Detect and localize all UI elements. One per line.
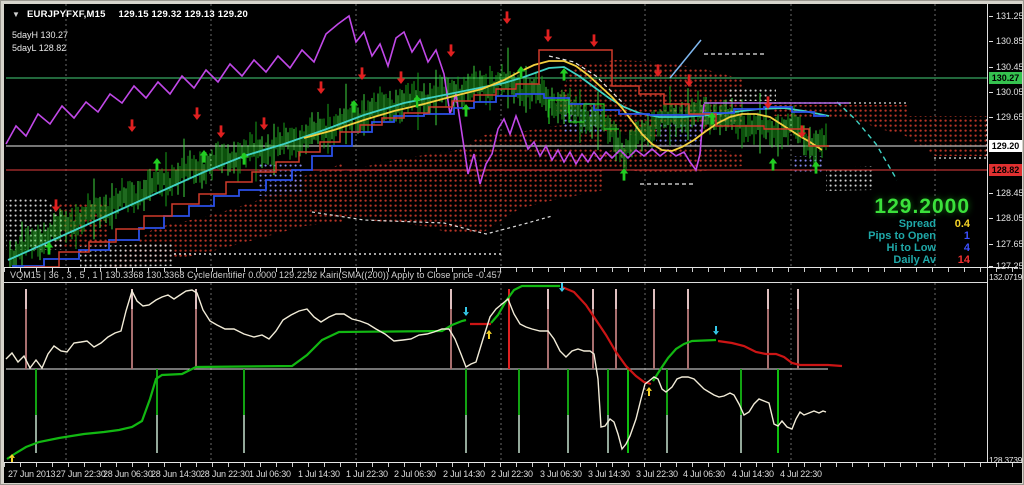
- price-tick-label: 131.25: [996, 11, 1024, 21]
- time-axis-label: 1 Jul 22:30: [346, 469, 388, 479]
- symbol-title: EURJPYFXF,M15: [26, 9, 106, 20]
- price-tick-label: 128.05: [996, 213, 1024, 223]
- time-axis-label: 2 Jul 14:30: [443, 469, 485, 479]
- quote-panel: 129.2000 Spread 0.4 Pips to Open 1 Hi to Low…: [868, 196, 970, 266]
- five-day-high-value: 130.27: [40, 30, 69, 40]
- time-axis-label: 3 Jul 06:30: [540, 469, 582, 479]
- quote-row-label: Spread: [898, 218, 936, 230]
- price-tick: [989, 67, 993, 68]
- symbol-dropdown-icon[interactable]: ▼: [12, 10, 20, 19]
- time-axis-label: 2 Jul 22:30: [491, 469, 533, 479]
- time-axis-label: 27 Jun 2013: [8, 469, 56, 479]
- subchart-scale-top: 132.0719: [989, 272, 1023, 282]
- subchart-header: VQM15 | 36 , 3 , 5 , 1 | 130.3368 130.33…: [10, 270, 502, 280]
- price-tick: [989, 117, 993, 118]
- five-day-low: 5dayL 128.82: [12, 43, 66, 53]
- time-axis-label: 3 Jul 22:30: [636, 469, 678, 479]
- price-tick: [989, 266, 993, 267]
- price-badge: 130.27: [989, 72, 1022, 84]
- price-tick-label: 127.65: [996, 239, 1024, 249]
- main-price-chart[interactable]: [4, 4, 988, 267]
- price-tick: [989, 244, 993, 245]
- price-tick: [989, 41, 993, 42]
- price-tick: [989, 92, 993, 93]
- ohlc-quote: 129.15 129.32 129.13 129.20: [118, 9, 248, 20]
- five-day-low-value: 128.82: [38, 43, 67, 53]
- price-badge: 129.20: [989, 140, 1022, 152]
- quote-row-label: Daily Av: [893, 254, 936, 266]
- quote-row-value: 0.4: [954, 218, 970, 230]
- terminal-window: ▼ EURJPYFXF,M15 129.15 129.32 129.13 129…: [0, 0, 1024, 485]
- quote-row-label: Hi to Low: [886, 242, 937, 254]
- price-tick-label: 130.45: [996, 62, 1024, 72]
- time-axis[interactable]: 27 Jun 2013 27 Jun 22:30 28 Jun 06:30 28 Ju…: [4, 462, 1022, 484]
- price-tick-label: 130.85: [996, 36, 1024, 46]
- quote-row: Pips to Open 1: [868, 231, 970, 242]
- price-scale[interactable]: 131.25 130.85 130.45 130.05 129.65 128.45 128.…: [987, 4, 1024, 462]
- current-price: 129.2000: [874, 195, 970, 218]
- price-tick: [989, 16, 993, 17]
- indicator-subchart[interactable]: [4, 282, 988, 463]
- price-tick-label: 129.65: [996, 112, 1024, 122]
- time-axis-label: 3 Jul 14:30: [588, 469, 630, 479]
- quote-row-value: 1: [963, 230, 970, 242]
- quote-row-label: Pips to Open: [868, 230, 936, 242]
- time-axis-label: 28 Jun 22:30: [200, 469, 250, 479]
- time-axis-label: 1 Jul 06:30: [249, 469, 291, 479]
- chart-area[interactable]: ▼ EURJPYFXF,M15 129.15 129.32 129.13 129…: [4, 4, 1024, 484]
- price-tick-label: 127.25: [996, 261, 1024, 271]
- price-tick-label: 130.05: [996, 87, 1024, 97]
- quote-row: Spread 0.4: [868, 219, 970, 230]
- time-axis-label: 1 Jul 14:30: [298, 469, 340, 479]
- quote-row-value: 14: [957, 254, 970, 266]
- time-axis-label: 27 Jun 22:30: [56, 469, 106, 479]
- five-day-low-label: 5dayL: [12, 43, 37, 53]
- five-day-high-label: 5dayH: [12, 30, 39, 40]
- price-tick: [989, 193, 993, 194]
- time-axis-label: 4 Jul 22:30: [780, 469, 822, 479]
- time-axis-label: 4 Jul 06:30: [683, 469, 725, 479]
- price-badge: 128.82: [989, 164, 1022, 176]
- five-day-high: 5dayH 130.27: [12, 30, 68, 40]
- time-axis-label: 28 Jun 06:30: [103, 469, 153, 479]
- price-tick: [989, 218, 993, 219]
- time-axis-label: 2 Jul 06:30: [394, 469, 436, 479]
- quote-row: Hi to Low 4: [868, 242, 971, 254]
- quote-rows: Spread 0.4 Pips to Open 1 Hi to Low 4 Daily Av…: [868, 219, 970, 266]
- price-tick-label: 128.45: [996, 188, 1024, 198]
- quote-row: Daily Av 14: [868, 255, 970, 266]
- time-axis-label: 28 Jun 14:30: [151, 469, 201, 479]
- time-axis-label: 4 Jul 14:30: [732, 469, 774, 479]
- chart-header: ▼ EURJPYFXF,M15 129.15 129.32 129.13 129…: [12, 9, 248, 20]
- quote-row-value: 4: [963, 242, 970, 254]
